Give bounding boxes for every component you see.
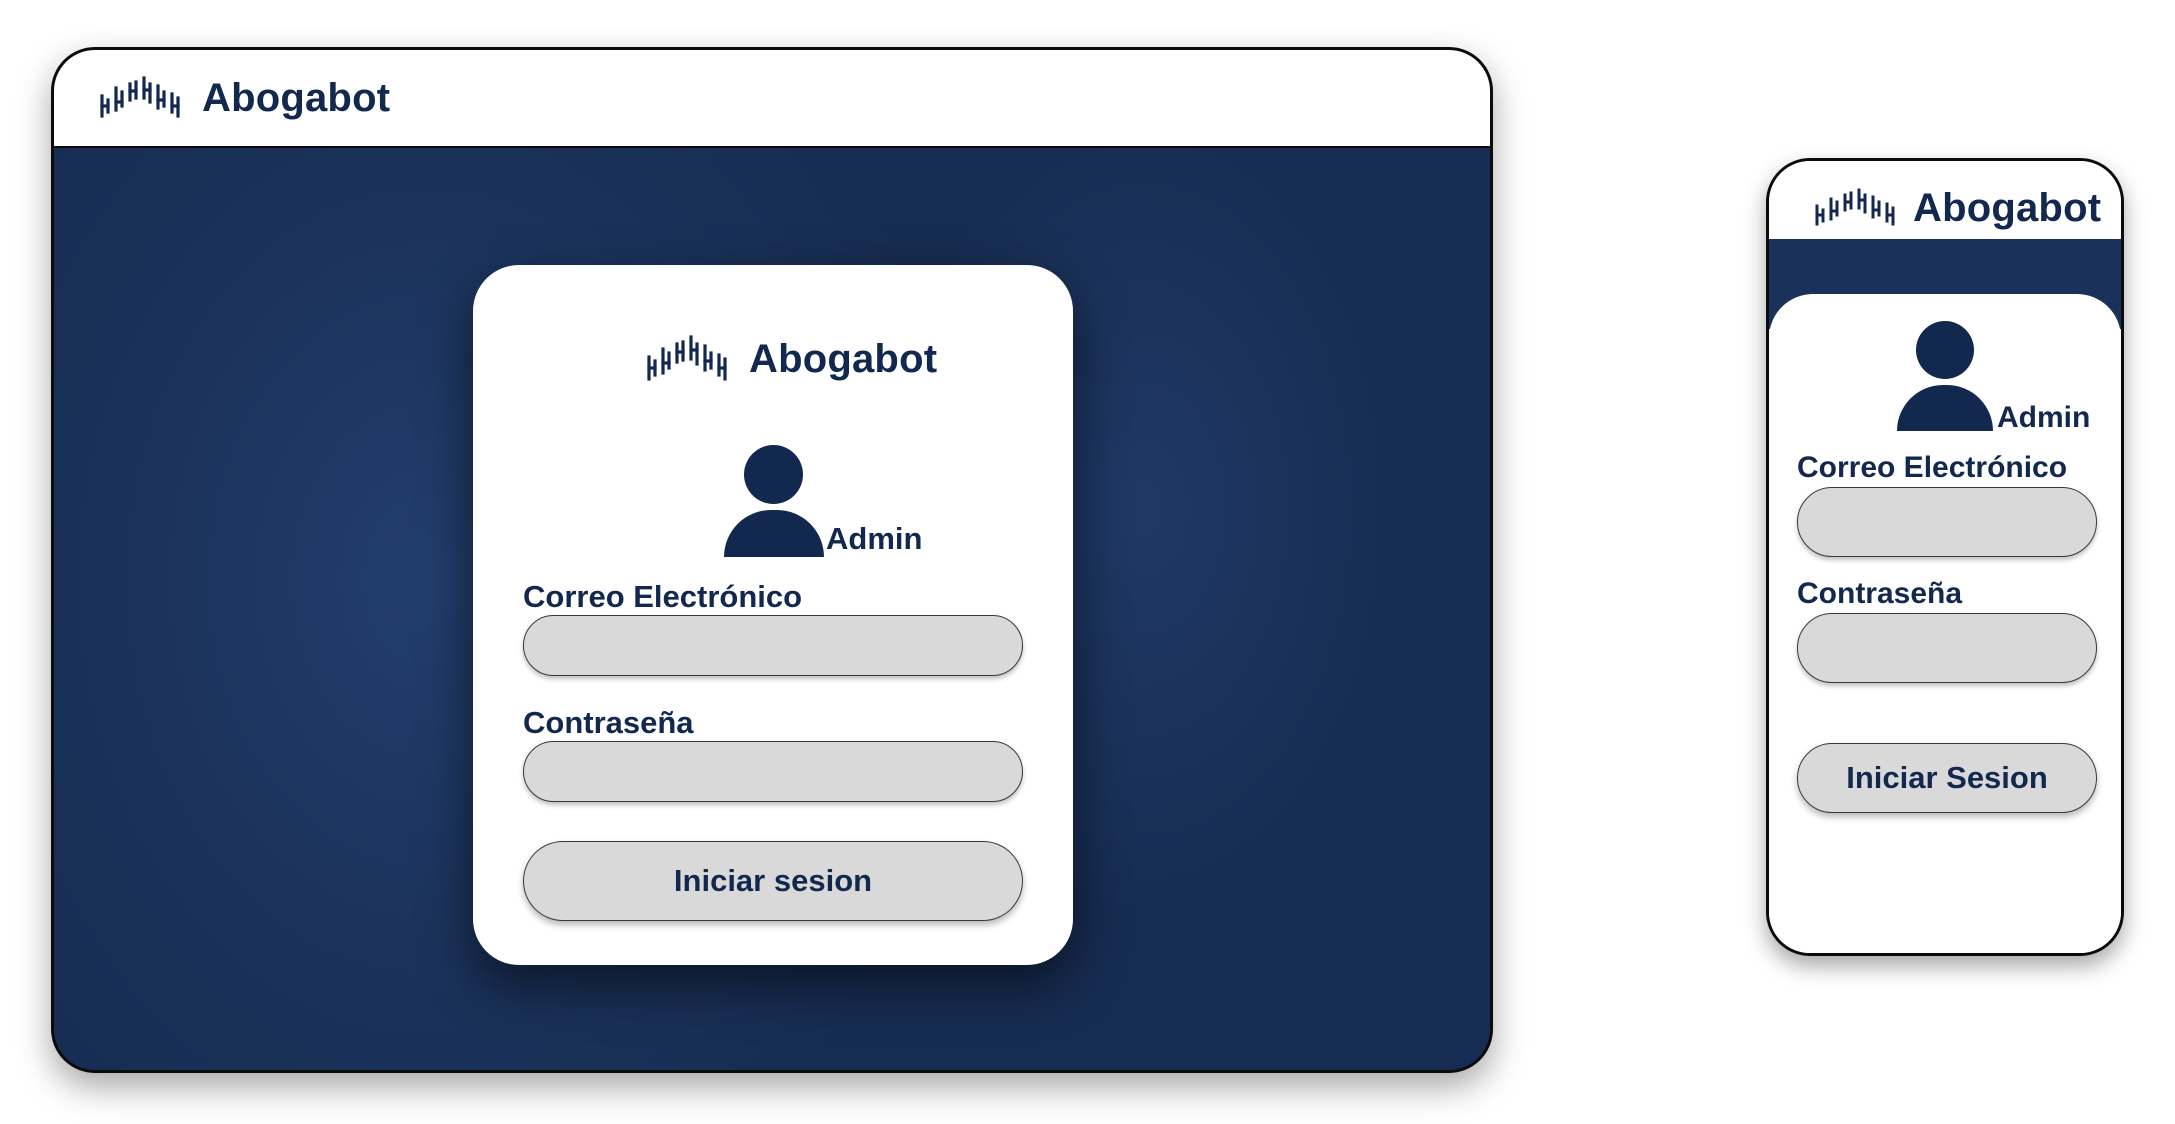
mobile-top-navbar: Abogabot	[1769, 161, 2121, 239]
login-card: Abogabot Admin Correo Electrónico Contra…	[473, 265, 1073, 965]
card-brand-logo: Abogabot	[645, 329, 937, 389]
avatar-body	[1897, 385, 1993, 431]
email-label: Correo Electrónico	[523, 579, 803, 614]
user-avatar-icon	[724, 445, 824, 557]
email-input[interactable]	[523, 615, 1023, 676]
avatar-head	[744, 445, 803, 504]
mobile-mockup: Abogabot Admin Correo Electrónico Contra…	[1766, 158, 2124, 956]
role-label: Admin	[1997, 401, 2091, 434]
user-avatar-icon	[1897, 321, 1993, 431]
sound-wave-bars-icon	[98, 76, 188, 120]
password-input[interactable]	[1797, 613, 2097, 683]
avatar-head	[1916, 321, 1974, 379]
role-label: Admin	[826, 521, 923, 556]
brand-logo[interactable]: Abogabot	[98, 68, 390, 128]
desktop-mockup: Abogabot Abogabot Admin Correo Electróni…	[51, 47, 1493, 1073]
brand-name: Abogabot	[1913, 185, 2102, 230]
brand-name: Abogabot	[749, 336, 938, 381]
login-button[interactable]: Iniciar sesion	[523, 841, 1023, 921]
login-button[interactable]: Iniciar Sesion	[1797, 743, 2097, 813]
password-input[interactable]	[523, 741, 1023, 802]
mobile-brand-logo[interactable]: Abogabot	[1813, 183, 2101, 233]
top-navbar: Abogabot	[54, 50, 1490, 148]
sound-wave-bars-icon	[1813, 188, 1903, 228]
password-label: Contraseña	[523, 705, 694, 740]
brand-name: Abogabot	[202, 75, 391, 120]
email-label: Correo Electrónico	[1797, 451, 2068, 484]
password-label: Contraseña	[1797, 577, 1963, 610]
sound-wave-bars-icon	[645, 335, 735, 383]
email-input[interactable]	[1797, 487, 2097, 557]
avatar-body	[724, 510, 824, 557]
